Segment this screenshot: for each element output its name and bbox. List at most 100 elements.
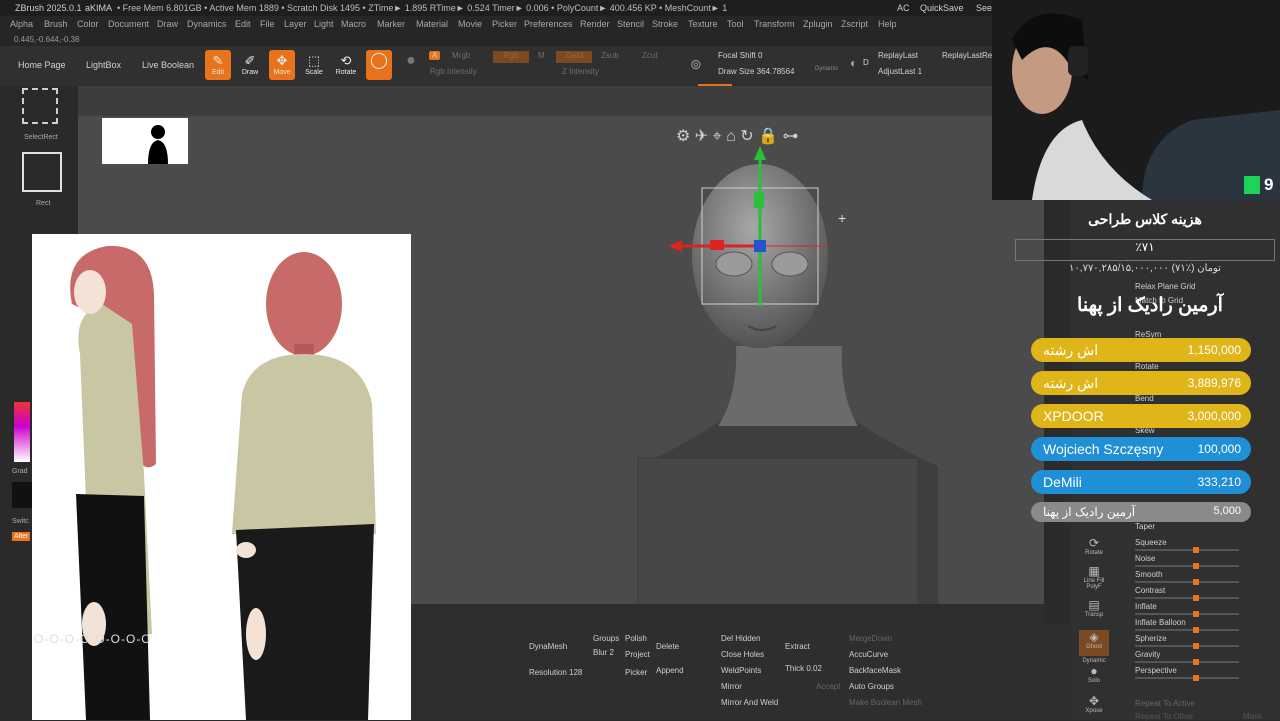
home-icon[interactable]: ⌂: [726, 128, 736, 145]
zsub-button[interactable]: Zsub: [601, 51, 619, 60]
repeat-to-active-button[interactable]: Repeat To Active: [1135, 699, 1195, 708]
pin-icon[interactable]: ✈: [695, 128, 708, 145]
rgb-button[interactable]: Rgb: [493, 51, 529, 63]
menu-stencil[interactable]: Stencil: [617, 19, 644, 29]
mirror-and-weld-button[interactable]: Mirror And Weld: [721, 698, 778, 707]
menu-alpha[interactable]: Alpha: [10, 19, 33, 29]
rgb-intensity-slider[interactable]: Rgb Intensity: [430, 67, 477, 76]
menu-document[interactable]: Document: [108, 19, 149, 29]
replay-last-rel-button[interactable]: ReplayLastRel: [942, 51, 994, 60]
ac-button[interactable]: AC: [897, 3, 910, 13]
menu-transform[interactable]: Transform: [754, 19, 795, 29]
line-fill-button[interactable]: ▦ Line Fill PolyF: [1079, 564, 1109, 590]
draw-size-slider[interactable]: Draw Size 364.78564: [718, 67, 795, 76]
menu-file[interactable]: File: [260, 19, 275, 29]
switch-color-button[interactable]: Switc: [12, 518, 29, 525]
gravity-slider[interactable]: Gravity: [1135, 650, 1160, 659]
close-holes-button[interactable]: Close Holes: [721, 650, 764, 659]
gear-icon[interactable]: ⚙: [676, 128, 690, 145]
rotate-view-button[interactable]: ⟳ Rotate: [1079, 536, 1109, 562]
perspective-track[interactable]: [1135, 675, 1239, 681]
thick-slider[interactable]: Thick 0.02: [785, 664, 822, 673]
blur-slider[interactable]: Blur 2: [593, 648, 614, 657]
draw-button[interactable]: ✐ Draw: [237, 50, 263, 80]
menu-brush[interactable]: Brush: [44, 19, 68, 29]
menu-material[interactable]: Material: [416, 19, 448, 29]
bend-slider[interactable]: Bend: [1135, 394, 1154, 403]
menu-layer[interactable]: Layer: [284, 19, 307, 29]
delete-button[interactable]: Delete: [656, 642, 679, 651]
menu-color[interactable]: Color: [77, 19, 99, 29]
move-button[interactable]: ✥ Move: [269, 50, 295, 80]
menu-zplugin[interactable]: Zplugin: [803, 19, 833, 29]
menu-help[interactable]: Help: [878, 19, 897, 29]
gravity-track[interactable]: [1135, 659, 1239, 665]
select-rect-icon[interactable]: [22, 88, 58, 124]
contrast-track[interactable]: [1135, 595, 1239, 601]
ghost-button[interactable]: ◈ Ghost: [1079, 630, 1109, 656]
focal-shift-slider[interactable]: Focal Shift 0: [718, 51, 762, 60]
contrast-slider[interactable]: Contrast: [1135, 586, 1165, 595]
noise-slider[interactable]: Noise: [1135, 554, 1155, 563]
reference-image-panel[interactable]: O-O-O-O-O-O-O-O: [32, 234, 411, 720]
spherize-track[interactable]: [1135, 643, 1239, 649]
xpose-button[interactable]: ✥ Xpose: [1079, 694, 1109, 720]
adjust-last-slider[interactable]: AdjustLast 1: [878, 67, 922, 76]
resolution-slider[interactable]: Resolution 128: [529, 668, 582, 677]
perspective-slider[interactable]: Perspective: [1135, 666, 1177, 675]
replay-last-button[interactable]: ReplayLast: [878, 51, 918, 60]
accucurve-toggle[interactable]: AccuCurve: [849, 650, 888, 659]
menu-edit[interactable]: Edit: [235, 19, 251, 29]
auto-groups-button[interactable]: Auto Groups: [849, 682, 894, 691]
see-through-button[interactable]: See: [976, 3, 992, 13]
alternate-button[interactable]: Alter: [12, 532, 31, 541]
zcut-button[interactable]: Zcut: [642, 51, 658, 60]
inflate-track[interactable]: [1135, 611, 1239, 617]
append-button[interactable]: Append: [656, 666, 684, 675]
dynamic-toggle[interactable]: Dynamic: [815, 66, 838, 72]
dynamesh-button[interactable]: DynaMesh: [529, 642, 567, 651]
menu-movie[interactable]: Movie: [458, 19, 482, 29]
project-toggle[interactable]: Project: [625, 650, 650, 659]
menu-draw[interactable]: Draw: [157, 19, 178, 29]
z-intensity-slider[interactable]: Z Intensity: [562, 67, 599, 76]
rotate-deform-slider[interactable]: Rotate: [1135, 362, 1159, 371]
squeeze-slider[interactable]: Squeeze: [1135, 538, 1167, 547]
scale-button[interactable]: ⬚ Scale: [301, 50, 327, 80]
m-button[interactable]: M: [538, 51, 545, 60]
menu-preferences[interactable]: Preferences: [524, 19, 573, 29]
spherize-slider[interactable]: Spherize: [1135, 634, 1167, 643]
head-sculpt[interactable]: [598, 146, 978, 606]
menu-picker[interactable]: Picker: [492, 19, 517, 29]
edit-button[interactable]: ✎ Edit: [205, 50, 231, 80]
color-swatch[interactable]: [12, 482, 32, 508]
menu-macro[interactable]: Macro: [341, 19, 366, 29]
a-toggle[interactable]: A: [429, 51, 441, 60]
menu-render[interactable]: Render: [580, 19, 610, 29]
inflate-balloon-track[interactable]: [1135, 627, 1239, 633]
live-boolean-button[interactable]: Live Boolean: [142, 60, 194, 70]
merge-down-button[interactable]: MergeDown: [849, 634, 892, 643]
noise-track[interactable]: [1135, 563, 1239, 569]
inflate-slider[interactable]: Inflate: [1135, 602, 1157, 611]
inflate-balloon-slider[interactable]: Inflate Balloon: [1135, 618, 1186, 627]
home-page-button[interactable]: Home Page: [18, 60, 66, 70]
location-icon[interactable]: ⌖: [713, 128, 722, 145]
accept-button[interactable]: Accept: [816, 682, 840, 691]
reset-icon[interactable]: ↻: [740, 128, 753, 145]
mrgb-button[interactable]: Mrgb: [452, 51, 470, 60]
lock-icon[interactable]: 🔒: [758, 128, 778, 145]
dynamic-solo-button[interactable]: Dynamic ● Solo: [1079, 658, 1109, 684]
transparency-button[interactable]: ▤ Transp: [1079, 598, 1109, 624]
material-preview-button[interactable]: ●: [398, 50, 424, 80]
smooth-track[interactable]: [1135, 579, 1239, 585]
menu-texture[interactable]: Texture: [688, 19, 718, 29]
polish-toggle[interactable]: Polish: [625, 634, 647, 643]
backface-mask-toggle[interactable]: BackfaceMask: [849, 666, 901, 675]
taper-slider[interactable]: Taper: [1135, 522, 1155, 531]
material-sphere-button[interactable]: ◯: [366, 50, 392, 80]
extract-button[interactable]: Extract: [785, 642, 810, 651]
picker-button[interactable]: Picker: [625, 668, 647, 677]
quicksave-button[interactable]: QuickSave: [920, 3, 964, 13]
zadd-button[interactable]: Zadd: [556, 51, 592, 63]
